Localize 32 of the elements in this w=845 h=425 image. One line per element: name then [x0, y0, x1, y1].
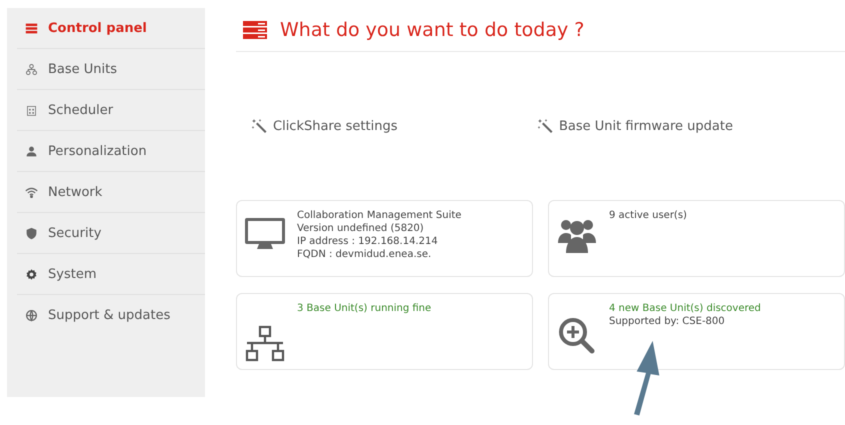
sidebar-item[interactable]: Personalization: [17, 131, 205, 172]
network-icon: [245, 324, 285, 364]
card-text: Version undefined (5820): [297, 222, 425, 235]
shield-icon: [25, 226, 38, 240]
action-link[interactable]: ClickShare settings: [251, 118, 537, 134]
sidebar-item[interactable]: Support & updates: [17, 295, 205, 336]
person-icon: [25, 144, 38, 158]
action-link[interactable]: Base Unit firmware update: [537, 118, 823, 134]
sidebar-item[interactable]: Base Units: [17, 49, 205, 90]
hierarchy-icon: [25, 62, 38, 76]
zoom-in-icon: [557, 316, 597, 356]
globe-icon: [25, 309, 38, 322]
sidebar-item[interactable]: Control panel: [17, 8, 205, 49]
sidebar-item[interactable]: Network: [17, 172, 205, 213]
server-icon: [25, 22, 38, 34]
magic-wand-icon: [251, 118, 267, 134]
card-text: Collaboration Management Suite: [297, 209, 462, 222]
calendar-icon: [25, 104, 38, 116]
gear-icon: [25, 268, 38, 280]
card-text: Supported by: CSE-800: [609, 315, 726, 328]
page-title: What do you want to do today ?: [280, 18, 584, 40]
card-text: IP address : 192.168.14.214: [297, 235, 439, 248]
sidebar-item[interactable]: Security: [17, 213, 205, 254]
magic-wand-icon: [537, 118, 553, 134]
wifi-icon: [25, 186, 38, 198]
card-text: FQDN : devmidud.enea.se.: [297, 248, 432, 261]
server-icon: [243, 20, 267, 38]
sidebar-item[interactable]: Scheduler: [17, 90, 205, 131]
card-text: 9 active user(s): [609, 209, 687, 222]
card-text: 4 new Base Unit(s) discovered: [609, 302, 761, 315]
card-text: 3 Base Unit(s) running fine: [297, 302, 432, 315]
sidebar-item[interactable]: System: [17, 254, 205, 295]
